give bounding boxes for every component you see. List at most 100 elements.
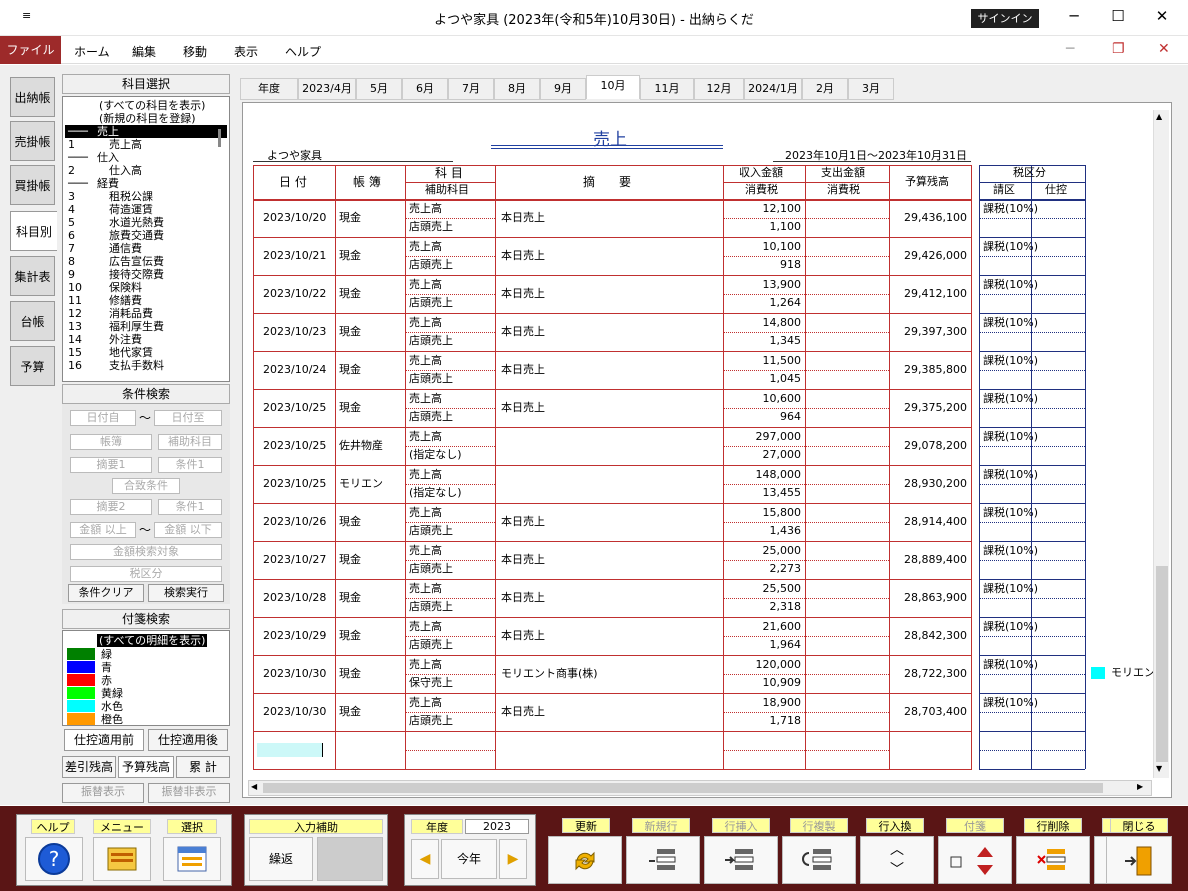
row-income[interactable]: 14,800 — [727, 316, 802, 330]
month-tab[interactable]: 10月 — [586, 75, 640, 99]
row-subject[interactable]: 売上高 — [409, 582, 442, 596]
row-book[interactable]: 現金 — [339, 249, 361, 263]
side-tab-budget[interactable]: 予算 — [10, 346, 55, 386]
side-tab-ledger[interactable]: 台帳 — [10, 301, 55, 341]
row-date[interactable]: 2023/10/21 — [263, 249, 326, 263]
delete-row-button[interactable] — [1016, 836, 1090, 884]
amount-from-input[interactable]: 金額 以上 — [70, 522, 136, 538]
amount-to-input[interactable]: 金額 以下 — [154, 522, 222, 538]
row-subject[interactable]: 売上高 — [409, 468, 442, 482]
menu-help[interactable]: ヘルプ — [285, 43, 321, 60]
row-subject[interactable]: 売上高 — [409, 696, 442, 710]
amount-target-select[interactable]: 金額検索対象 — [70, 544, 222, 560]
row-book[interactable]: 現金 — [339, 363, 361, 377]
year-value[interactable]: 2023 — [465, 819, 529, 834]
row-income[interactable]: 120,000 — [727, 658, 802, 672]
row-book[interactable]: モリエン — [339, 477, 383, 491]
scroll-up-icon[interactable]: ▲ — [1156, 112, 1162, 121]
account-item[interactable]: 12 消耗品費 — [65, 307, 227, 320]
row-sub-account[interactable]: 店頭売上 — [409, 714, 453, 728]
row-balance[interactable]: 29,385,800 — [893, 363, 967, 377]
balance-tab-cumulative[interactable]: 累 計 — [176, 756, 230, 778]
scroll-right-icon[interactable]: ▶ — [1137, 782, 1143, 791]
scroll-left-icon[interactable]: ◀ — [251, 782, 257, 791]
tag-orange[interactable]: 橙色 — [67, 713, 123, 726]
side-tab-payable[interactable]: 買掛帳 — [10, 165, 55, 205]
transfer-show-button[interactable]: 振替表示 — [62, 783, 144, 803]
row-book[interactable]: 現金 — [339, 591, 361, 605]
row-subject[interactable]: 売上高 — [409, 658, 442, 672]
row-tax-category[interactable]: 課税(10%) — [983, 392, 1038, 406]
new-row-button[interactable] — [626, 836, 700, 884]
menu-file[interactable]: ファイル — [0, 36, 61, 64]
row-date[interactable]: 2023/10/20 — [263, 211, 326, 225]
month-tab[interactable]: 5月 — [356, 78, 402, 100]
balance-tab-budget[interactable]: 予算残高 — [118, 756, 174, 778]
menu-button[interactable] — [93, 837, 151, 881]
row-income-tax[interactable]: 1,045 — [727, 372, 802, 386]
side-tab-summary[interactable]: 集計表 — [10, 256, 55, 296]
row-book[interactable]: 現金 — [339, 629, 361, 643]
account-item[interactable]: 2 仕入高 — [65, 164, 227, 177]
row-balance[interactable]: 28,889,400 — [893, 553, 967, 567]
row-memo[interactable]: 本日売上 — [501, 705, 545, 719]
row-tax-category[interactable]: 課税(10%) — [983, 202, 1038, 216]
row-income-tax[interactable]: 27,000 — [727, 448, 802, 462]
row-income-tax[interactable]: 1,345 — [727, 334, 802, 348]
close-button[interactable] — [1106, 836, 1172, 884]
row-date[interactable]: 2023/10/26 — [263, 515, 326, 529]
account-item[interactable]: ─── 経費 — [65, 177, 227, 190]
sub-account-select[interactable]: 補助科目 — [158, 434, 222, 450]
row-balance[interactable]: 29,436,100 — [893, 211, 967, 225]
account-item[interactable]: 10 保険料 — [65, 281, 227, 294]
row-memo[interactable]: 本日売上 — [501, 401, 545, 415]
help-button[interactable]: ? — [25, 837, 83, 881]
row-subject[interactable]: 売上高 — [409, 392, 442, 406]
row-sub-account[interactable]: 店頭売上 — [409, 258, 453, 272]
account-item[interactable]: 9 接待交際費 — [65, 268, 227, 281]
row-balance[interactable]: 29,412,100 — [893, 287, 967, 301]
prev-year-button[interactable]: ◀ — [411, 839, 439, 879]
month-tab[interactable]: 2024/1月 — [744, 78, 802, 100]
row-balance[interactable]: 29,078,200 — [893, 439, 967, 453]
row-subject[interactable]: 売上高 — [409, 278, 442, 292]
row-memo[interactable]: 本日売上 — [501, 249, 545, 263]
row-income-tax[interactable]: 964 — [727, 410, 801, 424]
row-sub-account[interactable]: 店頭売上 — [409, 334, 453, 348]
tag-blue[interactable]: 青 — [67, 661, 112, 674]
side-tab-cashbook[interactable]: 出納帳 — [10, 77, 55, 117]
month-tab[interactable]: 2023/4月 — [298, 78, 356, 100]
account-item[interactable]: 15 地代家賃 — [65, 346, 227, 359]
row-tax-category[interactable]: 課税(10%) — [983, 278, 1038, 292]
row-sub-account[interactable]: 店頭売上 — [409, 638, 453, 652]
account-item[interactable]: 3 租税公課 — [65, 190, 227, 203]
this-year-button[interactable]: 今年 — [441, 839, 497, 879]
side-tab-receivable[interactable]: 売掛帳 — [10, 121, 55, 161]
menu-view[interactable]: 表示 — [234, 43, 258, 60]
row-tax-category[interactable]: 課税(10%) — [983, 544, 1038, 558]
row-sub-account[interactable]: 店頭売上 — [409, 524, 453, 538]
row-book[interactable]: 現金 — [339, 667, 361, 681]
row-date[interactable]: 2023/10/25 — [263, 477, 326, 491]
memo1-input[interactable]: 摘要1 — [70, 457, 152, 473]
mdi-restore-icon[interactable]: ❐ — [1112, 41, 1125, 57]
account-item[interactable]: 11 修繕費 — [65, 294, 227, 307]
hscroll-thumb[interactable] — [263, 783, 1103, 793]
row-income-tax[interactable]: 1,100 — [727, 220, 802, 234]
account-item[interactable]: 1 売上高 — [65, 138, 227, 151]
insert-row-button[interactable] — [704, 836, 778, 884]
account-item[interactable]: ─── 仕入 — [65, 151, 227, 164]
row-date[interactable]: 2023/10/29 — [263, 629, 326, 643]
month-tab[interactable]: 3月 — [848, 78, 894, 100]
tag-button[interactable] — [938, 836, 1012, 884]
row-income-tax[interactable]: 1,436 — [727, 524, 802, 538]
tag-lightblue[interactable]: 水色 — [67, 700, 123, 713]
row-sub-account[interactable]: 店頭売上 — [409, 410, 453, 424]
row-income-tax[interactable]: 13,455 — [727, 486, 802, 500]
row-income[interactable]: 297,000 — [727, 430, 802, 444]
row-income[interactable]: 13,900 — [727, 278, 802, 292]
cond2-select[interactable]: 条件1 — [158, 499, 222, 515]
row-date[interactable]: 2023/10/22 — [263, 287, 326, 301]
row-memo[interactable]: 本日売上 — [501, 363, 545, 377]
row-date[interactable]: 2023/10/28 — [263, 591, 326, 605]
